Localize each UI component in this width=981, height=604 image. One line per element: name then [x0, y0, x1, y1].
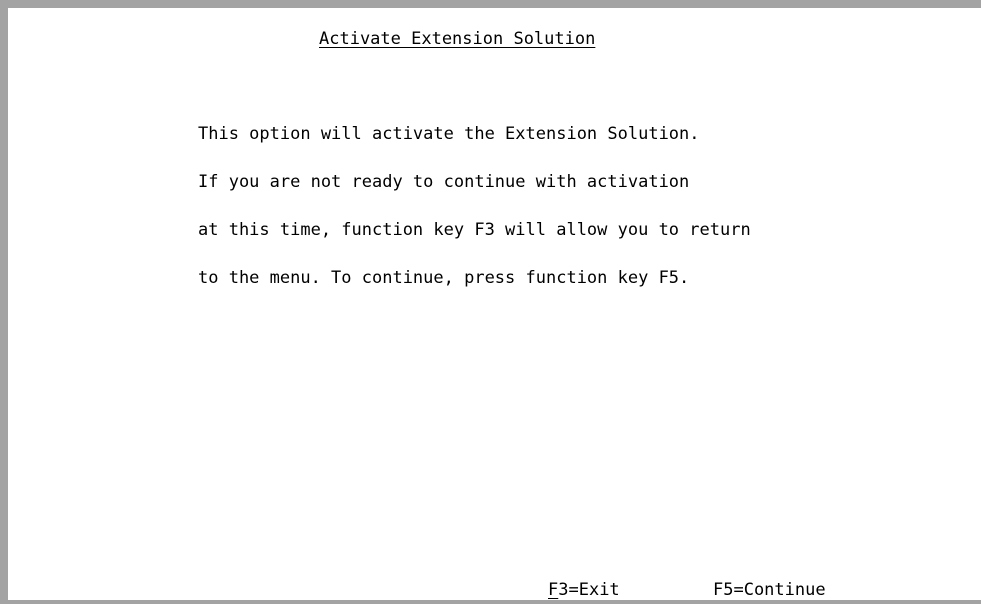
- message-line-4: to the menu. To continue, press function…: [198, 268, 690, 288]
- message-line-2: If you are not ready to continue with ac…: [198, 172, 690, 192]
- f3-exit-label: 3=Exit: [558, 580, 620, 600]
- message-line-3: at this time, function key F3 will allow…: [198, 220, 751, 240]
- function-key-bar: F3=Exit F5=Continue: [8, 579, 981, 601]
- terminal-window: Activate Extension Solution This option …: [0, 0, 981, 604]
- f5-continue-button[interactable]: F5=Continue: [713, 579, 826, 601]
- f3-exit-hotkey: F: [548, 580, 559, 600]
- message-line-1: This option will activate the Extension …: [198, 124, 700, 144]
- activation-message: This option will activate the Extension …: [198, 123, 751, 315]
- f3-exit-button[interactable]: F3=Exit: [548, 579, 620, 601]
- screen-title: Activate Extension Solution: [319, 29, 596, 49]
